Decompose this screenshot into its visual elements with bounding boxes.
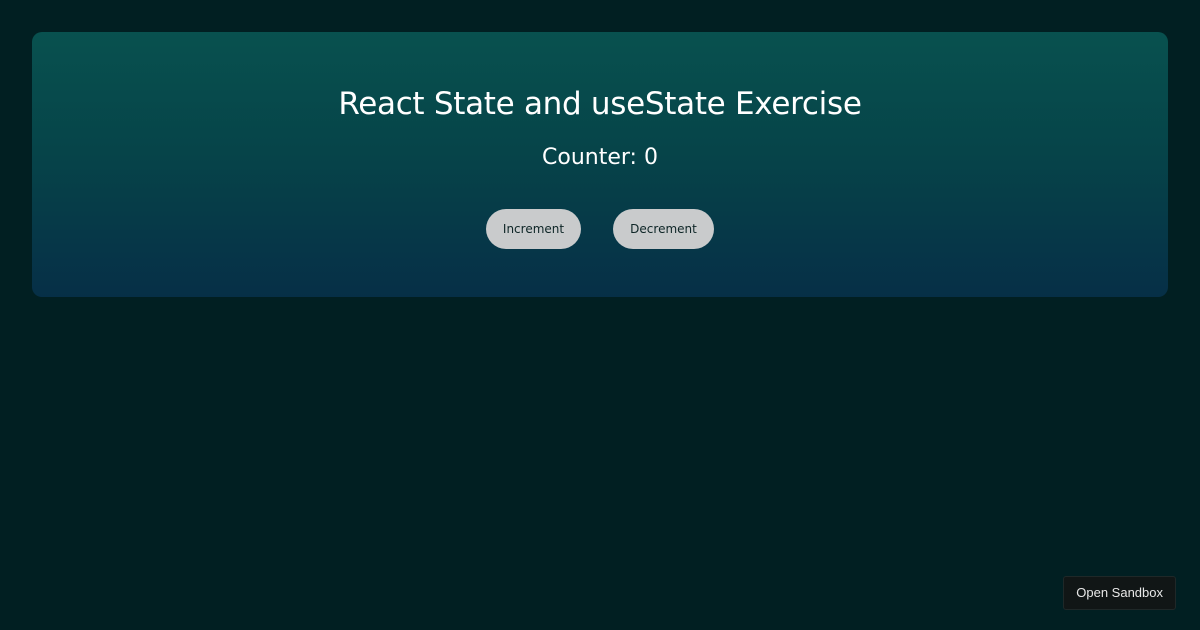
exercise-card: React State and useState Exercise Counte… <box>32 32 1168 297</box>
decrement-button[interactable]: Decrement <box>613 209 714 249</box>
page: React State and useState Exercise Counte… <box>0 0 1200 630</box>
increment-button[interactable]: Increment <box>486 209 581 249</box>
page-title: React State and useState Exercise <box>338 86 862 122</box>
counter-display: Counter: 0 <box>32 143 1168 173</box>
counter-label: Counter: <box>542 145 637 170</box>
counter-value: 0 <box>643 145 658 170</box>
open-sandbox-button[interactable]: Open Sandbox <box>1063 576 1176 610</box>
